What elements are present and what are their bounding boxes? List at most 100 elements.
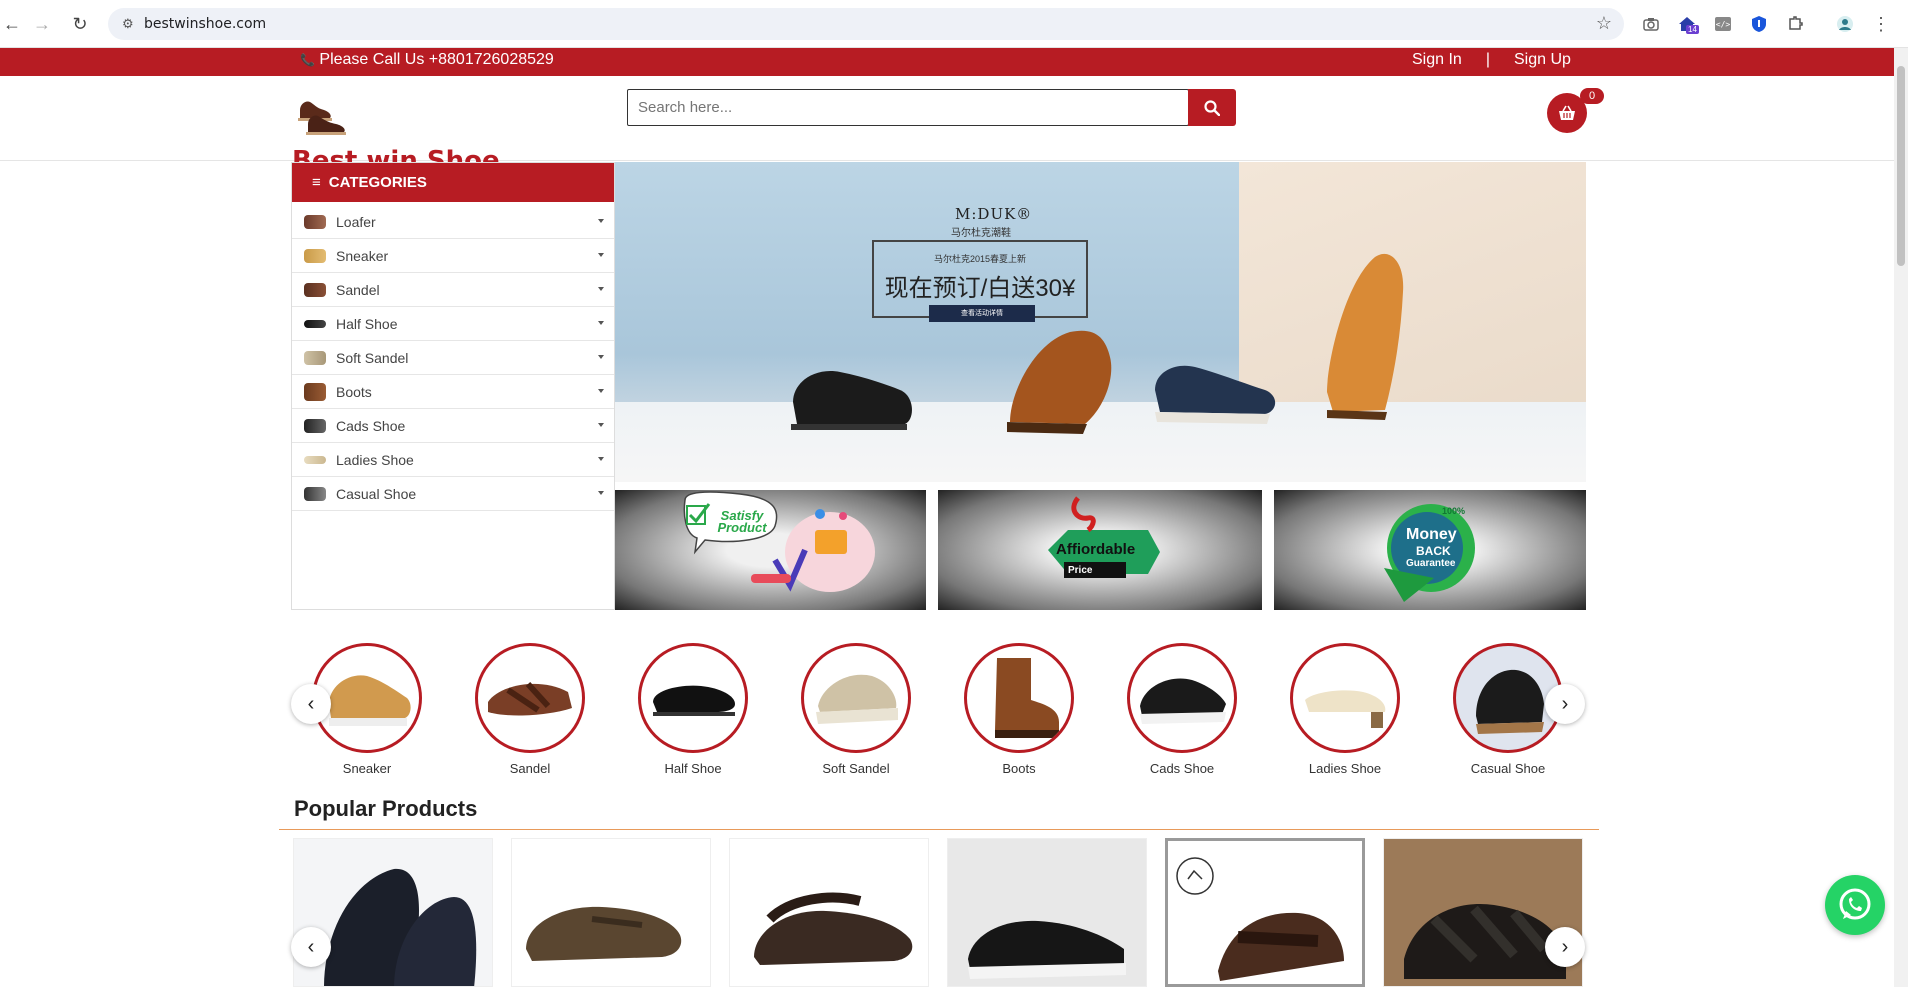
reload-icon[interactable]: ↻ xyxy=(68,12,92,36)
affordable-text: Affiordable xyxy=(1056,541,1136,558)
money-back-back: BACK xyxy=(1416,544,1451,558)
circle-category-label: Soft Sandel xyxy=(822,761,890,776)
category-item-ladies-shoe[interactable]: Ladies Shoe xyxy=(292,443,614,477)
search-input[interactable] xyxy=(627,89,1189,126)
satisfy-product-tile[interactable]: Satisfy Product xyxy=(615,490,926,610)
product-card[interactable] xyxy=(1165,838,1365,987)
basket-icon xyxy=(1559,105,1575,120)
svg-text:</>: </> xyxy=(1716,20,1731,29)
back-icon[interactable]: ← xyxy=(0,12,24,36)
category-label: Sandel xyxy=(336,281,380,298)
product-card[interactable] xyxy=(1383,838,1583,987)
product-card[interactable] xyxy=(511,838,711,987)
category-item-casual-shoe[interactable]: Casual Shoe xyxy=(292,477,614,511)
chevron-down-icon xyxy=(598,423,604,427)
satisfy-product-text: Satisfy Product xyxy=(717,508,767,535)
page-scrollbar[interactable] xyxy=(1894,48,1908,987)
boots-image xyxy=(964,643,1074,753)
affordable-price-text: Price xyxy=(1068,565,1093,576)
products-prev-button[interactable]: ‹ xyxy=(291,927,331,967)
category-label: Half Shoe xyxy=(336,315,398,332)
shield-icon[interactable] xyxy=(1748,13,1770,35)
carousel-prev-button[interactable]: ‹ xyxy=(291,684,331,724)
categories-header[interactable]: ≡ CATEGORIES xyxy=(292,163,614,202)
half-shoe-thumbnail xyxy=(304,319,326,328)
circle-category-cads-shoe[interactable]: Cads Shoe xyxy=(1122,643,1242,776)
product-image xyxy=(1404,903,1566,979)
bookmark-star-icon[interactable]: ☆ xyxy=(1596,13,1612,34)
top-contact-bar: 📞 Please Call Us +8801726028529 Sign In … xyxy=(0,48,1894,76)
category-item-boots[interactable]: Boots xyxy=(292,375,614,409)
soft-sandel-thumbnail xyxy=(304,350,326,365)
category-item-half-shoe[interactable]: Half Shoe xyxy=(292,307,614,341)
site-header: Best win Shoe 0 xyxy=(0,76,1894,174)
chevron-right-icon: › xyxy=(1561,692,1569,715)
product-image xyxy=(526,906,682,961)
code-icon[interactable]: </> xyxy=(1712,13,1734,35)
chevron-down-icon xyxy=(598,457,604,461)
site-logo[interactable]: Best win Shoe xyxy=(292,96,500,174)
whatsapp-button[interactable] xyxy=(1825,875,1885,935)
chevron-down-icon xyxy=(598,355,604,359)
categories-title: CATEGORIES xyxy=(328,174,427,191)
chevron-down-icon xyxy=(598,253,604,257)
chevron-down-icon xyxy=(598,491,604,495)
product-card[interactable] xyxy=(293,838,493,987)
address-bar[interactable]: ⚙ bestwinshoe.com ☆ xyxy=(108,8,1624,40)
camera-icon[interactable] xyxy=(1640,13,1662,35)
search-button[interactable] xyxy=(1188,89,1236,126)
browser-toolbar: ← → ↻ ⚙ bestwinshoe.com ☆ 14 </> ⋮ xyxy=(0,0,1908,48)
category-list: Loafer Sneaker Sandel Half Shoe Soft San… xyxy=(292,202,614,511)
product-image xyxy=(324,868,477,986)
category-label: Soft Sandel xyxy=(336,349,409,366)
extension-badge: 14 xyxy=(1686,25,1699,34)
half-shoe-image xyxy=(638,643,748,753)
carousel-next-button[interactable]: › xyxy=(1545,684,1585,724)
money-back-tile[interactable]: 100% Money BACK Guarantee xyxy=(1274,490,1586,610)
contact-phone: 📞 Please Call Us +8801726028529 xyxy=(300,51,554,69)
category-item-cads-shoe[interactable]: Cads Shoe xyxy=(292,409,614,443)
category-label: Boots xyxy=(336,383,372,400)
category-item-soft-sandel[interactable]: Soft Sandel xyxy=(292,341,614,375)
forward-icon[interactable]: → xyxy=(30,12,54,36)
url-text: bestwinshoe.com xyxy=(144,16,267,32)
chevron-left-icon: ‹ xyxy=(307,692,315,715)
phone-text: Please Call Us +8801726028529 xyxy=(319,51,554,68)
chevron-down-icon xyxy=(598,389,604,393)
site-info-icon[interactable]: ⚙ xyxy=(122,16,138,32)
sandel-thumbnail xyxy=(304,282,326,297)
profile-avatar-icon[interactable] xyxy=(1834,13,1856,35)
cart-count-badge: 0 xyxy=(1580,88,1604,104)
sneaker-thumbnail xyxy=(304,248,326,263)
auth-links: Sign In | Sign Up xyxy=(1412,51,1571,69)
scrollbar-thumb[interactable] xyxy=(1897,66,1905,266)
ladies-shoe-thumbnail xyxy=(304,455,326,464)
banner-shoes-illustration xyxy=(791,253,1404,434)
chevron-right-icon: › xyxy=(1561,935,1569,958)
circle-category-soft-sandel[interactable]: Soft Sandel xyxy=(796,643,916,776)
circle-category-half-shoe[interactable]: Half Shoe xyxy=(633,643,753,776)
menu-kebab-icon[interactable]: ⋮ xyxy=(1870,13,1892,35)
product-card[interactable] xyxy=(947,838,1147,987)
sign-in-link[interactable]: Sign In xyxy=(1412,51,1462,69)
circle-category-ladies-shoe[interactable]: Ladies Shoe xyxy=(1285,643,1405,776)
auth-separator: | xyxy=(1485,51,1490,68)
product-card[interactable] xyxy=(729,838,929,987)
hero-banner[interactable]: M:DUK® 马尔杜克潮鞋 马尔杜克2015春夏上新 现在预订/白送30¥ 查看… xyxy=(615,162,1586,482)
circle-category-sandel[interactable]: Sandel xyxy=(470,643,590,776)
search-icon xyxy=(1204,99,1220,116)
hamburger-icon: ≡ xyxy=(312,174,321,191)
category-label: Loafer xyxy=(336,213,376,230)
product-image xyxy=(754,892,913,965)
circle-category-boots[interactable]: Boots xyxy=(959,643,1079,776)
affordable-price-tile[interactable]: Affiordable Price xyxy=(938,490,1262,610)
sign-up-link[interactable]: Sign Up xyxy=(1514,51,1571,69)
whatsapp-icon xyxy=(1839,888,1871,920)
extension-home-icon[interactable]: 14 xyxy=(1676,13,1699,35)
products-next-button[interactable]: › xyxy=(1545,927,1585,967)
category-item-sneaker[interactable]: Sneaker xyxy=(292,239,614,273)
category-carousel: Sneaker Sandel Half Shoe Soft Sandel Boo… xyxy=(291,643,1587,783)
extensions-puzzle-icon[interactable] xyxy=(1784,13,1806,35)
category-item-loafer[interactable]: Loafer xyxy=(292,205,614,239)
category-item-sandel[interactable]: Sandel xyxy=(292,273,614,307)
